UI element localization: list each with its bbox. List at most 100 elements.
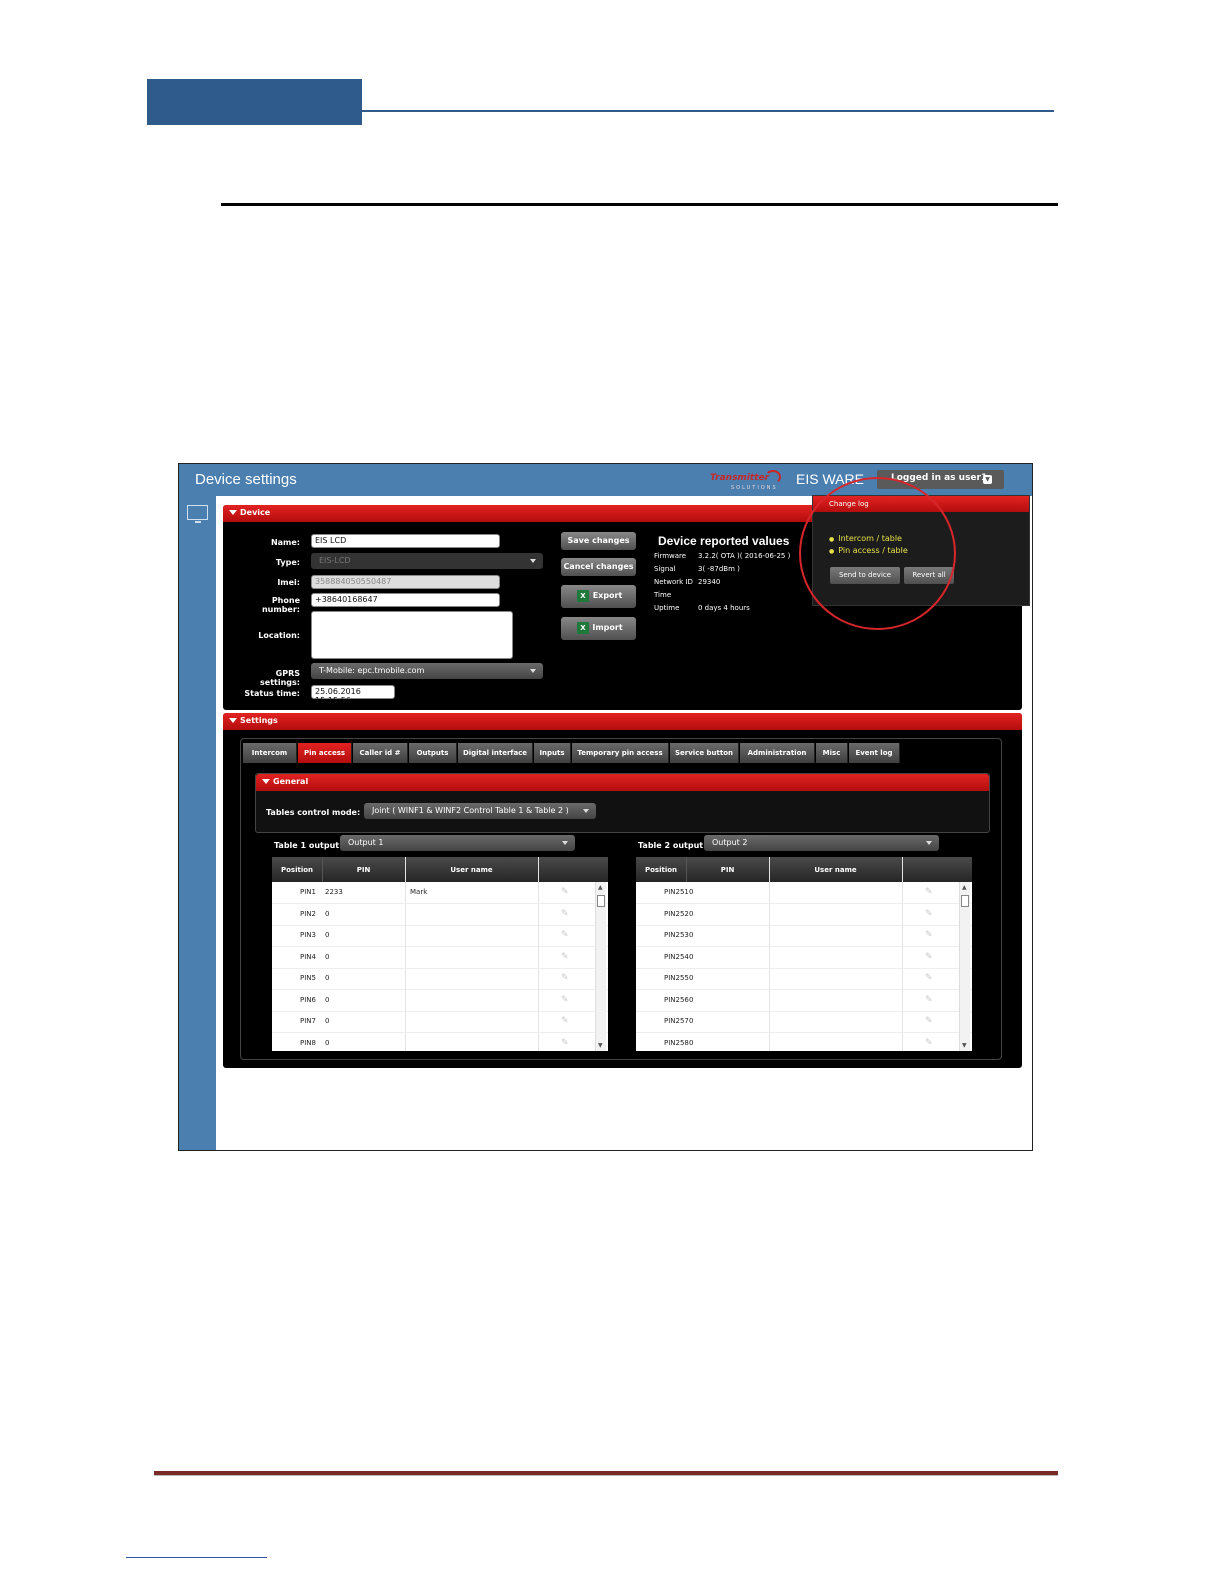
pencil-icon[interactable]: ✎ — [561, 973, 569, 983]
scroll-up-icon[interactable]: ▲ — [598, 884, 603, 891]
table-row[interactable]: PIN254 0 ✎ — [636, 947, 972, 969]
table-row[interactable]: PIN3 0 ✎ — [272, 925, 608, 947]
export-button[interactable]: X Export — [561, 585, 636, 608]
cancel-changes-button[interactable]: Cancel changes — [561, 558, 636, 576]
tables-control-mode-label: Tables control mode: — [266, 808, 361, 817]
scroll-down-icon[interactable]: ▼ — [962, 1042, 967, 1049]
table2-header-username[interactable]: User name — [769, 866, 902, 874]
table1-header-position[interactable]: Position — [272, 866, 322, 874]
table2-scrollbar[interactable]: ▲ ▼ — [959, 882, 970, 1051]
phone-input[interactable]: +38640168647 — [311, 593, 500, 607]
pencil-icon[interactable]: ✎ — [925, 909, 933, 919]
position-cell: PIN2 — [300, 909, 316, 918]
pencil-icon[interactable]: ✎ — [925, 1016, 933, 1026]
imei-input[interactable]: 358884050550487 — [311, 575, 500, 589]
name-input[interactable]: EIS LCD — [311, 534, 500, 548]
table-row[interactable]: PIN256 0 ✎ — [636, 990, 972, 1012]
pin-cell: 0 — [689, 974, 694, 982]
scroll-thumb[interactable] — [597, 895, 605, 907]
tab-temporary-pin-access[interactable]: Temporary pin access — [572, 743, 669, 763]
table1-output-value: Output 1 — [348, 838, 384, 847]
gprs-select-value: T-Mobile: epc.tmobile.com — [319, 666, 425, 675]
import-button[interactable]: X Import — [561, 617, 636, 640]
location-textarea[interactable] — [311, 611, 513, 659]
table-row[interactable]: PIN255 0 ✎ — [636, 968, 972, 990]
pencil-icon[interactable]: ✎ — [925, 1038, 933, 1048]
section-rule — [221, 203, 1058, 206]
position-cell: PIN252 — [664, 909, 689, 918]
table-row[interactable]: PIN8 0 ✎ — [272, 1033, 608, 1052]
tab-administration[interactable]: Administration — [740, 743, 815, 763]
pencil-icon[interactable]: ✎ — [561, 1038, 569, 1048]
pencil-icon[interactable]: ✎ — [925, 973, 933, 983]
tab-pin-access[interactable]: Pin access — [298, 743, 352, 763]
table1-output-select[interactable]: Output 1 — [340, 835, 575, 851]
tables-control-mode-select[interactable]: Joint ( WINF1 & WINF2 Control Table 1 & … — [364, 803, 596, 819]
table2-output-value: Output 2 — [712, 838, 748, 847]
time-key: Time — [654, 591, 672, 599]
pencil-icon[interactable]: ✎ — [561, 995, 569, 1005]
save-changes-button[interactable]: Save changes — [561, 532, 636, 550]
pencil-icon[interactable]: ✎ — [925, 887, 933, 897]
table2-header-pin[interactable]: PIN — [686, 866, 769, 874]
tab-event-log[interactable]: Event log — [849, 743, 900, 763]
tab-intercom[interactable]: Intercom — [243, 743, 297, 763]
imei-label: Imei: — [277, 578, 300, 587]
scroll-thumb[interactable] — [961, 895, 969, 907]
scroll-down-icon[interactable]: ▼ — [598, 1042, 603, 1049]
tab-outputs[interactable]: Outputs — [409, 743, 457, 763]
table1-header: Position PIN User name — [272, 857, 608, 882]
tab-misc[interactable]: Misc — [816, 743, 848, 763]
table2-output-select[interactable]: Output 2 — [704, 835, 939, 851]
table-row[interactable]: PIN6 0 ✎ — [272, 990, 608, 1012]
table-row[interactable]: PIN253 0 ✎ — [636, 925, 972, 947]
table-row[interactable]: PIN4 0 ✎ — [272, 947, 608, 969]
table1-header-pin[interactable]: PIN — [322, 866, 405, 874]
pencil-icon[interactable]: ✎ — [925, 995, 933, 1005]
pin-cell: 0 — [689, 888, 694, 896]
settings-panel-header[interactable]: Settings — [223, 713, 1022, 730]
pencil-icon[interactable]: ✎ — [561, 930, 569, 940]
table-row[interactable]: PIN7 0 ✎ — [272, 1011, 608, 1033]
status-time-input[interactable]: 25.06.2016 15:15:56 — [311, 685, 395, 705]
collapse-triangle-icon — [229, 718, 237, 723]
table-row[interactable]: PIN1 2233 Mark ✎ — [272, 882, 608, 904]
table-row[interactable]: PIN2 0 ✎ — [272, 904, 608, 926]
tab-digital-interface[interactable]: Digital interface — [458, 743, 533, 763]
table1-scrollbar[interactable]: ▲ ▼ — [595, 882, 606, 1051]
table2-output-label: Table 2 output: — [638, 841, 707, 850]
pencil-icon[interactable]: ✎ — [561, 1016, 569, 1026]
document-footer-rule — [154, 1471, 1058, 1476]
table1-header-username[interactable]: User name — [405, 866, 538, 874]
position-cell: PIN251 — [664, 888, 689, 896]
table2-header-position[interactable]: Position — [636, 866, 686, 874]
type-select[interactable]: EIS-LCD — [311, 553, 543, 569]
pin-cell: 0 — [689, 909, 694, 918]
general-subpanel-header[interactable]: General — [256, 774, 989, 791]
table-row[interactable]: PIN252 0 ✎ — [636, 904, 972, 926]
scroll-up-icon[interactable]: ▲ — [962, 884, 967, 891]
pencil-icon[interactable]: ✎ — [561, 909, 569, 919]
tab-inputs[interactable]: Inputs — [534, 743, 571, 763]
device-panel-title: Device — [240, 508, 271, 517]
network-id-key: Network ID — [654, 578, 693, 586]
monitor-icon[interactable] — [187, 505, 208, 523]
reported-values-title: Device reported values — [658, 534, 790, 548]
tab-service-button[interactable]: Service button — [670, 743, 739, 763]
pencil-icon[interactable]: ✎ — [561, 952, 569, 962]
gprs-select[interactable]: T-Mobile: epc.tmobile.com — [311, 663, 543, 679]
pin-cell: 2233 — [325, 888, 343, 896]
table-row[interactable]: PIN258 0 ✎ — [636, 1033, 972, 1052]
username-cell: Mark — [410, 888, 428, 896]
pencil-icon[interactable]: ✎ — [925, 930, 933, 940]
table-row[interactable]: PIN257 0 ✎ — [636, 1011, 972, 1033]
pin-cell: 0 — [325, 931, 330, 939]
position-cell: PIN258 — [664, 1038, 689, 1047]
type-label: Type: — [275, 558, 300, 567]
pencil-icon[interactable]: ✎ — [561, 887, 569, 897]
collapse-triangle-icon — [229, 510, 237, 515]
tab-caller-id[interactable]: Caller id # — [353, 743, 408, 763]
table-row[interactable]: PIN5 0 ✎ — [272, 968, 608, 990]
pencil-icon[interactable]: ✎ — [925, 952, 933, 962]
table-row[interactable]: PIN251 0 ✎ — [636, 882, 972, 904]
